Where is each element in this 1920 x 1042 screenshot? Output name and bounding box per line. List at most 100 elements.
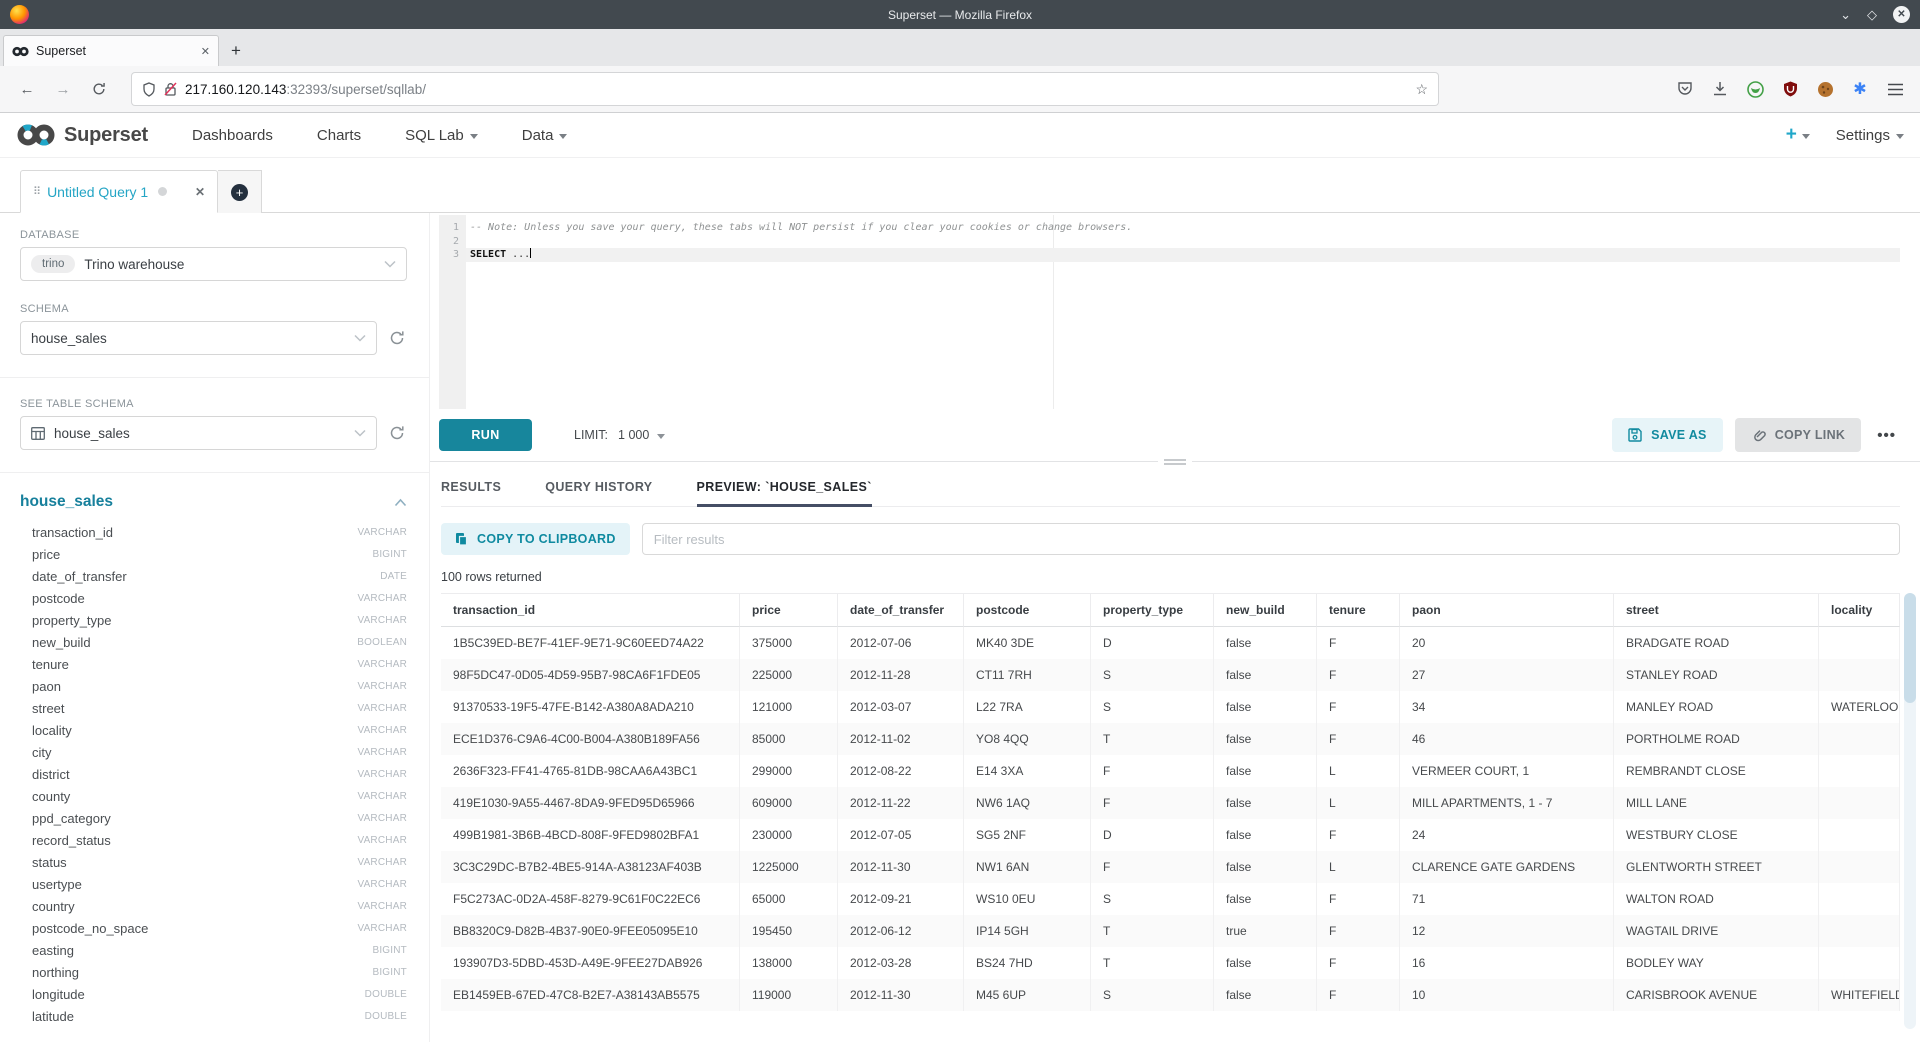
pocket-icon[interactable] (1676, 80, 1694, 98)
column-name: usertype (32, 877, 82, 892)
query-tab-strip: ⠿ Untitled Query 1 ✕ + (0, 158, 1920, 213)
column-header[interactable]: postcode (964, 593, 1091, 627)
back-icon[interactable]: ← (12, 74, 42, 104)
forward-icon[interactable]: → (48, 74, 78, 104)
cell-price: 119000 (740, 979, 838, 1011)
cell-locality (1819, 915, 1900, 947)
caret-down-icon (657, 434, 665, 439)
column-header[interactable]: property_type (1091, 593, 1214, 627)
column-header[interactable]: price (740, 593, 838, 627)
column-type: BIGINT (372, 549, 407, 560)
drag-handle-icon[interactable]: ⠿ (33, 185, 39, 198)
schema-select[interactable]: house_sales (20, 321, 377, 355)
table-column-row: country VARCHAR (20, 895, 407, 917)
table-column-row: transaction_id VARCHAR (20, 521, 407, 543)
cell-paon: 27 (1400, 659, 1614, 691)
url-path: :32393/superset/sqllab/ (286, 82, 426, 97)
column-type: VARCHAR (357, 857, 407, 868)
results-tab[interactable]: PREVIEW: `HOUSE_SALES` (697, 480, 872, 506)
new-tab-button[interactable]: + (219, 35, 253, 66)
cell-new-build: false (1214, 755, 1317, 787)
url-bar[interactable]: 217.160.120.143:32393/superset/sqllab/ ☆ (132, 73, 1438, 105)
browser-tab[interactable]: Superset ✕ (3, 35, 219, 66)
caret-down-icon (559, 134, 567, 139)
column-type: VARCHAR (357, 879, 407, 890)
ublock-icon[interactable] (1781, 80, 1799, 98)
bookmark-star-icon[interactable]: ☆ (1415, 81, 1428, 98)
table-column-row: new_build BOOLEAN (20, 631, 407, 653)
column-type: VARCHAR (357, 659, 407, 670)
extension-asterisk-icon[interactable]: ✱ (1851, 80, 1869, 98)
table-select[interactable]: house_sales (20, 416, 377, 450)
results-tab[interactable]: RESULTS (441, 480, 501, 506)
database-select[interactable]: trino Trino warehouse (20, 247, 407, 281)
results-tabs: RESULTS QUERY HISTORY PREVIEW: `HOUSE_SALE… (441, 480, 1900, 507)
nav-menu-item[interactable]: SQL Lab (405, 127, 478, 144)
cell-postcode: M45 6UP (964, 979, 1091, 1011)
table-column-row: date_of_transfer DATE (20, 565, 407, 587)
window-minimize-icon[interactable]: ⌄ (1840, 8, 1851, 21)
filter-results-input[interactable] (642, 523, 1900, 555)
results-tab[interactable]: QUERY HISTORY (545, 480, 652, 506)
query-tab[interactable]: ⠿ Untitled Query 1 ✕ (20, 170, 218, 213)
table-schema-heading[interactable]: house_sales (20, 493, 113, 511)
nav-menu-item[interactable]: Dashboards (192, 127, 273, 144)
column-header[interactable]: locality (1819, 593, 1900, 627)
column-header[interactable]: street (1614, 593, 1819, 627)
column-header[interactable]: transaction_id (441, 593, 740, 627)
copy-link-button[interactable]: COPY LINK (1735, 418, 1862, 452)
column-type: VARCHAR (357, 813, 407, 824)
cell-street: WAGTAIL DRIVE (1614, 915, 1819, 947)
cell-tenure: F (1317, 979, 1400, 1011)
nav-menu-item[interactable]: Data (522, 127, 568, 144)
column-type: VARCHAR (357, 725, 407, 736)
privacy-mask-icon[interactable] (1746, 80, 1764, 98)
editor-code-area[interactable]: -- Note: Unless you save your query, the… (466, 215, 1900, 409)
cell-postcode: NW1 6AN (964, 851, 1091, 883)
chevron-up-icon[interactable] (394, 498, 407, 507)
column-header[interactable]: date_of_transfer (838, 593, 964, 627)
cell-price: 375000 (740, 627, 838, 659)
reload-icon[interactable] (84, 74, 114, 104)
cell-transaction-id: 3C3C29DC-B7B2-4BE5-914A-A38123AF403B (441, 851, 740, 883)
sql-editor[interactable]: 123 -- Note: Unless you save your query,… (439, 215, 1900, 409)
column-header[interactable]: paon (1400, 593, 1614, 627)
url-host: 217.160.120.143 (185, 82, 286, 97)
cell-tenure: F (1317, 883, 1400, 915)
window-maximize-icon[interactable]: ◇ (1867, 8, 1877, 21)
column-name: paon (32, 679, 61, 694)
column-type: VARCHAR (357, 593, 407, 604)
more-actions-icon[interactable]: ••• (1873, 427, 1900, 444)
column-name: northing (32, 965, 79, 980)
results-table-header: transaction_idpricedate_of_transferpostc… (441, 593, 1900, 627)
column-header[interactable]: tenure (1317, 593, 1400, 627)
superset-brand[interactable]: Superset (16, 122, 148, 148)
cell-tenure: F (1317, 915, 1400, 947)
query-tab-close-icon[interactable]: ✕ (195, 185, 205, 199)
sqllab-main: 123 -- Note: Unless you save your query,… (430, 213, 1920, 1042)
refresh-tables-icon[interactable] (387, 425, 407, 441)
cookie-icon[interactable] (1816, 80, 1834, 98)
add-query-tab-button[interactable]: + (218, 170, 262, 213)
cell-transaction-id: 98F5DC47-0D05-4D59-95B7-98CA6F1FDE05 (441, 659, 740, 691)
tab-close-icon[interactable]: ✕ (201, 45, 210, 58)
window-close-icon[interactable]: ✕ (1893, 6, 1910, 23)
settings-menu[interactable]: Settings (1836, 127, 1904, 144)
cell-property-type: D (1091, 819, 1214, 851)
add-new-button[interactable]: + (1786, 124, 1810, 146)
column-header[interactable]: new_build (1214, 593, 1317, 627)
save-as-button[interactable]: SAVE AS (1612, 418, 1723, 452)
limit-dropdown[interactable]: LIMIT: 1 000 (574, 428, 665, 442)
table-scrollbar[interactable] (1904, 593, 1916, 1029)
menu-hamburger-icon[interactable] (1886, 80, 1904, 98)
downloads-icon[interactable] (1711, 80, 1729, 98)
window-titlebar: Superset — Mozilla Firefox ⌄ ◇ ✕ (0, 0, 1920, 29)
scrollbar-thumb[interactable] (1904, 593, 1916, 703)
run-button[interactable]: RUN (439, 419, 532, 451)
cell-price: 1225000 (740, 851, 838, 883)
cell-price: 195450 (740, 915, 838, 947)
nav-menu-item[interactable]: Charts (317, 127, 361, 144)
copy-to-clipboard-button[interactable]: COPY TO CLIPBOARD (441, 523, 630, 555)
refresh-schemas-icon[interactable] (387, 330, 407, 346)
cell-date-of-transfer: 2012-11-30 (838, 979, 964, 1011)
